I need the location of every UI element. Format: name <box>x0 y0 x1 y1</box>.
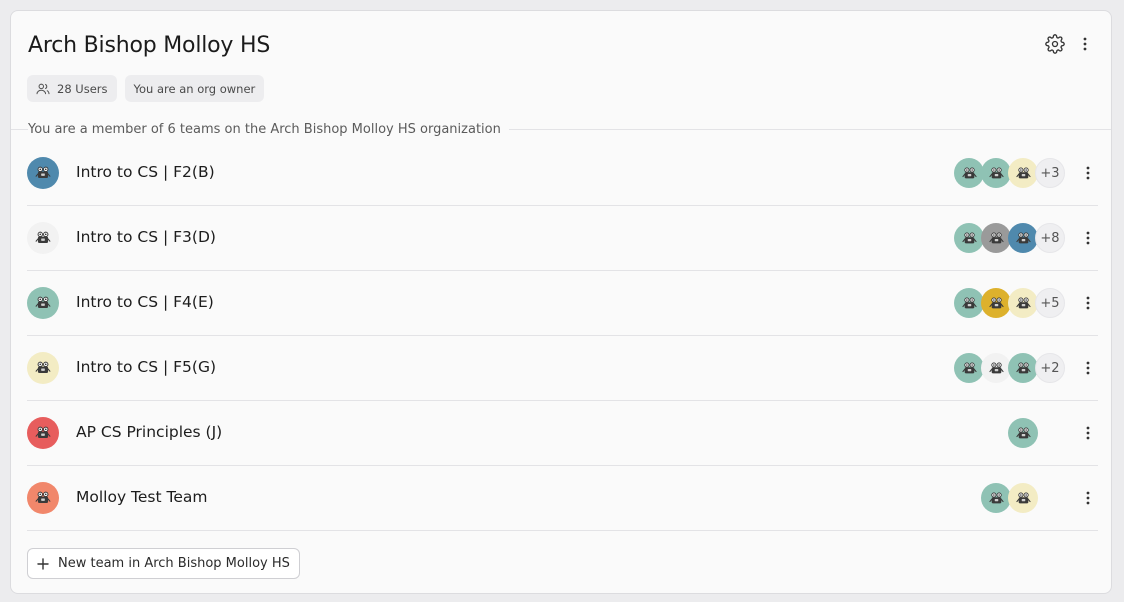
robot-avatar-icon <box>35 361 51 374</box>
org-menu-button[interactable] <box>1074 33 1096 55</box>
team-members[interactable]: +5 <box>954 288 1065 318</box>
team-row[interactable]: AP CS Principles (J) <box>27 401 1098 466</box>
org-chips: 28 Users You are an org owner <box>27 75 265 102</box>
robot-avatar-icon <box>1015 166 1031 178</box>
kebab-menu-icon <box>1083 37 1087 51</box>
team-name[interactable]: Intro to CS | F5(G) <box>76 358 216 376</box>
robot-avatar-icon <box>988 491 1004 503</box>
team-members[interactable] <box>981 483 1038 513</box>
org-title: Arch Bishop Molloy HS <box>28 33 271 58</box>
team-name[interactable]: Molloy Test Team <box>76 488 207 506</box>
more-members-count[interactable]: +8 <box>1035 223 1065 253</box>
member-avatar[interactable] <box>981 223 1011 253</box>
robot-avatar-icon <box>961 361 977 373</box>
team-name[interactable]: Intro to CS | F2(B) <box>76 163 215 181</box>
team-menu-button[interactable] <box>1078 163 1098 183</box>
settings-button[interactable] <box>1044 33 1066 55</box>
robot-avatar-icon <box>1015 296 1031 308</box>
robot-avatar-icon <box>961 231 977 243</box>
member-avatar[interactable] <box>1008 418 1038 448</box>
team-menu-button[interactable] <box>1078 228 1098 248</box>
users-count-label: 28 Users <box>57 81 108 96</box>
team-menu-button[interactable] <box>1078 488 1098 508</box>
plus-icon <box>37 557 49 570</box>
robot-avatar-icon <box>35 166 51 179</box>
team-list: Intro to CS | F2(B) +3 Intro to CS | F3(D)… <box>27 141 1098 531</box>
member-avatar[interactable] <box>1008 288 1038 318</box>
team-avatar <box>27 417 59 449</box>
team-avatar <box>27 352 59 384</box>
team-avatar <box>27 482 59 514</box>
more-members-count[interactable]: +2 <box>1035 353 1065 383</box>
kebab-menu-icon <box>1086 166 1090 180</box>
member-avatar[interactable] <box>981 288 1011 318</box>
robot-avatar-icon <box>1015 361 1031 373</box>
team-avatar <box>27 222 59 254</box>
kebab-menu-icon <box>1086 426 1090 440</box>
more-members-count[interactable]: +3 <box>1035 158 1065 188</box>
robot-avatar-icon <box>961 166 977 178</box>
team-name[interactable]: Intro to CS | F4(E) <box>76 293 214 311</box>
member-avatar[interactable] <box>1008 158 1038 188</box>
member-avatar[interactable] <box>981 158 1011 188</box>
team-members[interactable]: +8 <box>954 223 1065 253</box>
org-card: Arch Bishop Molloy HS 28 Users You are a… <box>10 10 1112 594</box>
member-avatar[interactable] <box>1008 223 1038 253</box>
team-menu-button[interactable] <box>1078 358 1098 378</box>
robot-avatar-icon <box>35 426 51 439</box>
robot-avatar-icon <box>988 361 1004 373</box>
member-avatar[interactable] <box>1008 353 1038 383</box>
team-row[interactable]: Intro to CS | F2(B) +3 <box>27 141 1098 206</box>
robot-avatar-icon <box>988 231 1004 243</box>
member-avatar[interactable] <box>954 288 984 318</box>
role-chip: You are an org owner <box>124 75 265 102</box>
team-name[interactable]: Intro to CS | F3(D) <box>76 228 216 246</box>
robot-avatar-icon <box>1015 491 1031 503</box>
team-row[interactable]: Intro to CS | F4(E) +5 <box>27 271 1098 336</box>
team-row[interactable]: Intro to CS | F3(D) +8 <box>27 206 1098 271</box>
new-team-label: New team in Arch Bishop Molloy HS <box>58 556 290 571</box>
gear-icon <box>1045 34 1065 54</box>
role-label: You are an org owner <box>133 81 256 96</box>
users-count-chip[interactable]: 28 Users <box>27 75 117 102</box>
team-members[interactable]: +2 <box>954 353 1065 383</box>
robot-avatar-icon <box>35 296 51 309</box>
team-members[interactable] <box>1008 418 1038 448</box>
robot-avatar-icon <box>961 296 977 308</box>
robot-avatar-icon <box>35 491 51 504</box>
robot-avatar-icon <box>35 231 51 244</box>
member-avatar[interactable] <box>1008 483 1038 513</box>
member-avatar[interactable] <box>981 483 1011 513</box>
robot-avatar-icon <box>988 166 1004 178</box>
member-avatar[interactable] <box>954 353 984 383</box>
team-row[interactable]: Molloy Test Team <box>27 466 1098 531</box>
kebab-menu-icon <box>1086 491 1090 505</box>
robot-avatar-icon <box>988 296 1004 308</box>
team-name[interactable]: AP CS Principles (J) <box>76 423 222 441</box>
kebab-menu-icon <box>1086 361 1090 375</box>
membership-note: You are a member of 6 teams on the Arch … <box>28 122 509 137</box>
robot-avatar-icon <box>1015 426 1031 438</box>
more-members-count[interactable]: +5 <box>1035 288 1065 318</box>
team-menu-button[interactable] <box>1078 293 1098 313</box>
users-icon <box>36 83 50 95</box>
team-members[interactable]: +3 <box>954 158 1065 188</box>
new-team-button[interactable]: New team in Arch Bishop Molloy HS <box>27 548 300 579</box>
team-menu-button[interactable] <box>1078 423 1098 443</box>
member-avatar[interactable] <box>954 223 984 253</box>
member-avatar[interactable] <box>954 158 984 188</box>
member-avatar[interactable] <box>981 353 1011 383</box>
team-row[interactable]: Intro to CS | F5(G) +2 <box>27 336 1098 401</box>
robot-avatar-icon <box>1015 231 1031 243</box>
kebab-menu-icon <box>1086 231 1090 245</box>
team-avatar <box>27 287 59 319</box>
team-avatar <box>27 157 59 189</box>
kebab-menu-icon <box>1086 296 1090 310</box>
